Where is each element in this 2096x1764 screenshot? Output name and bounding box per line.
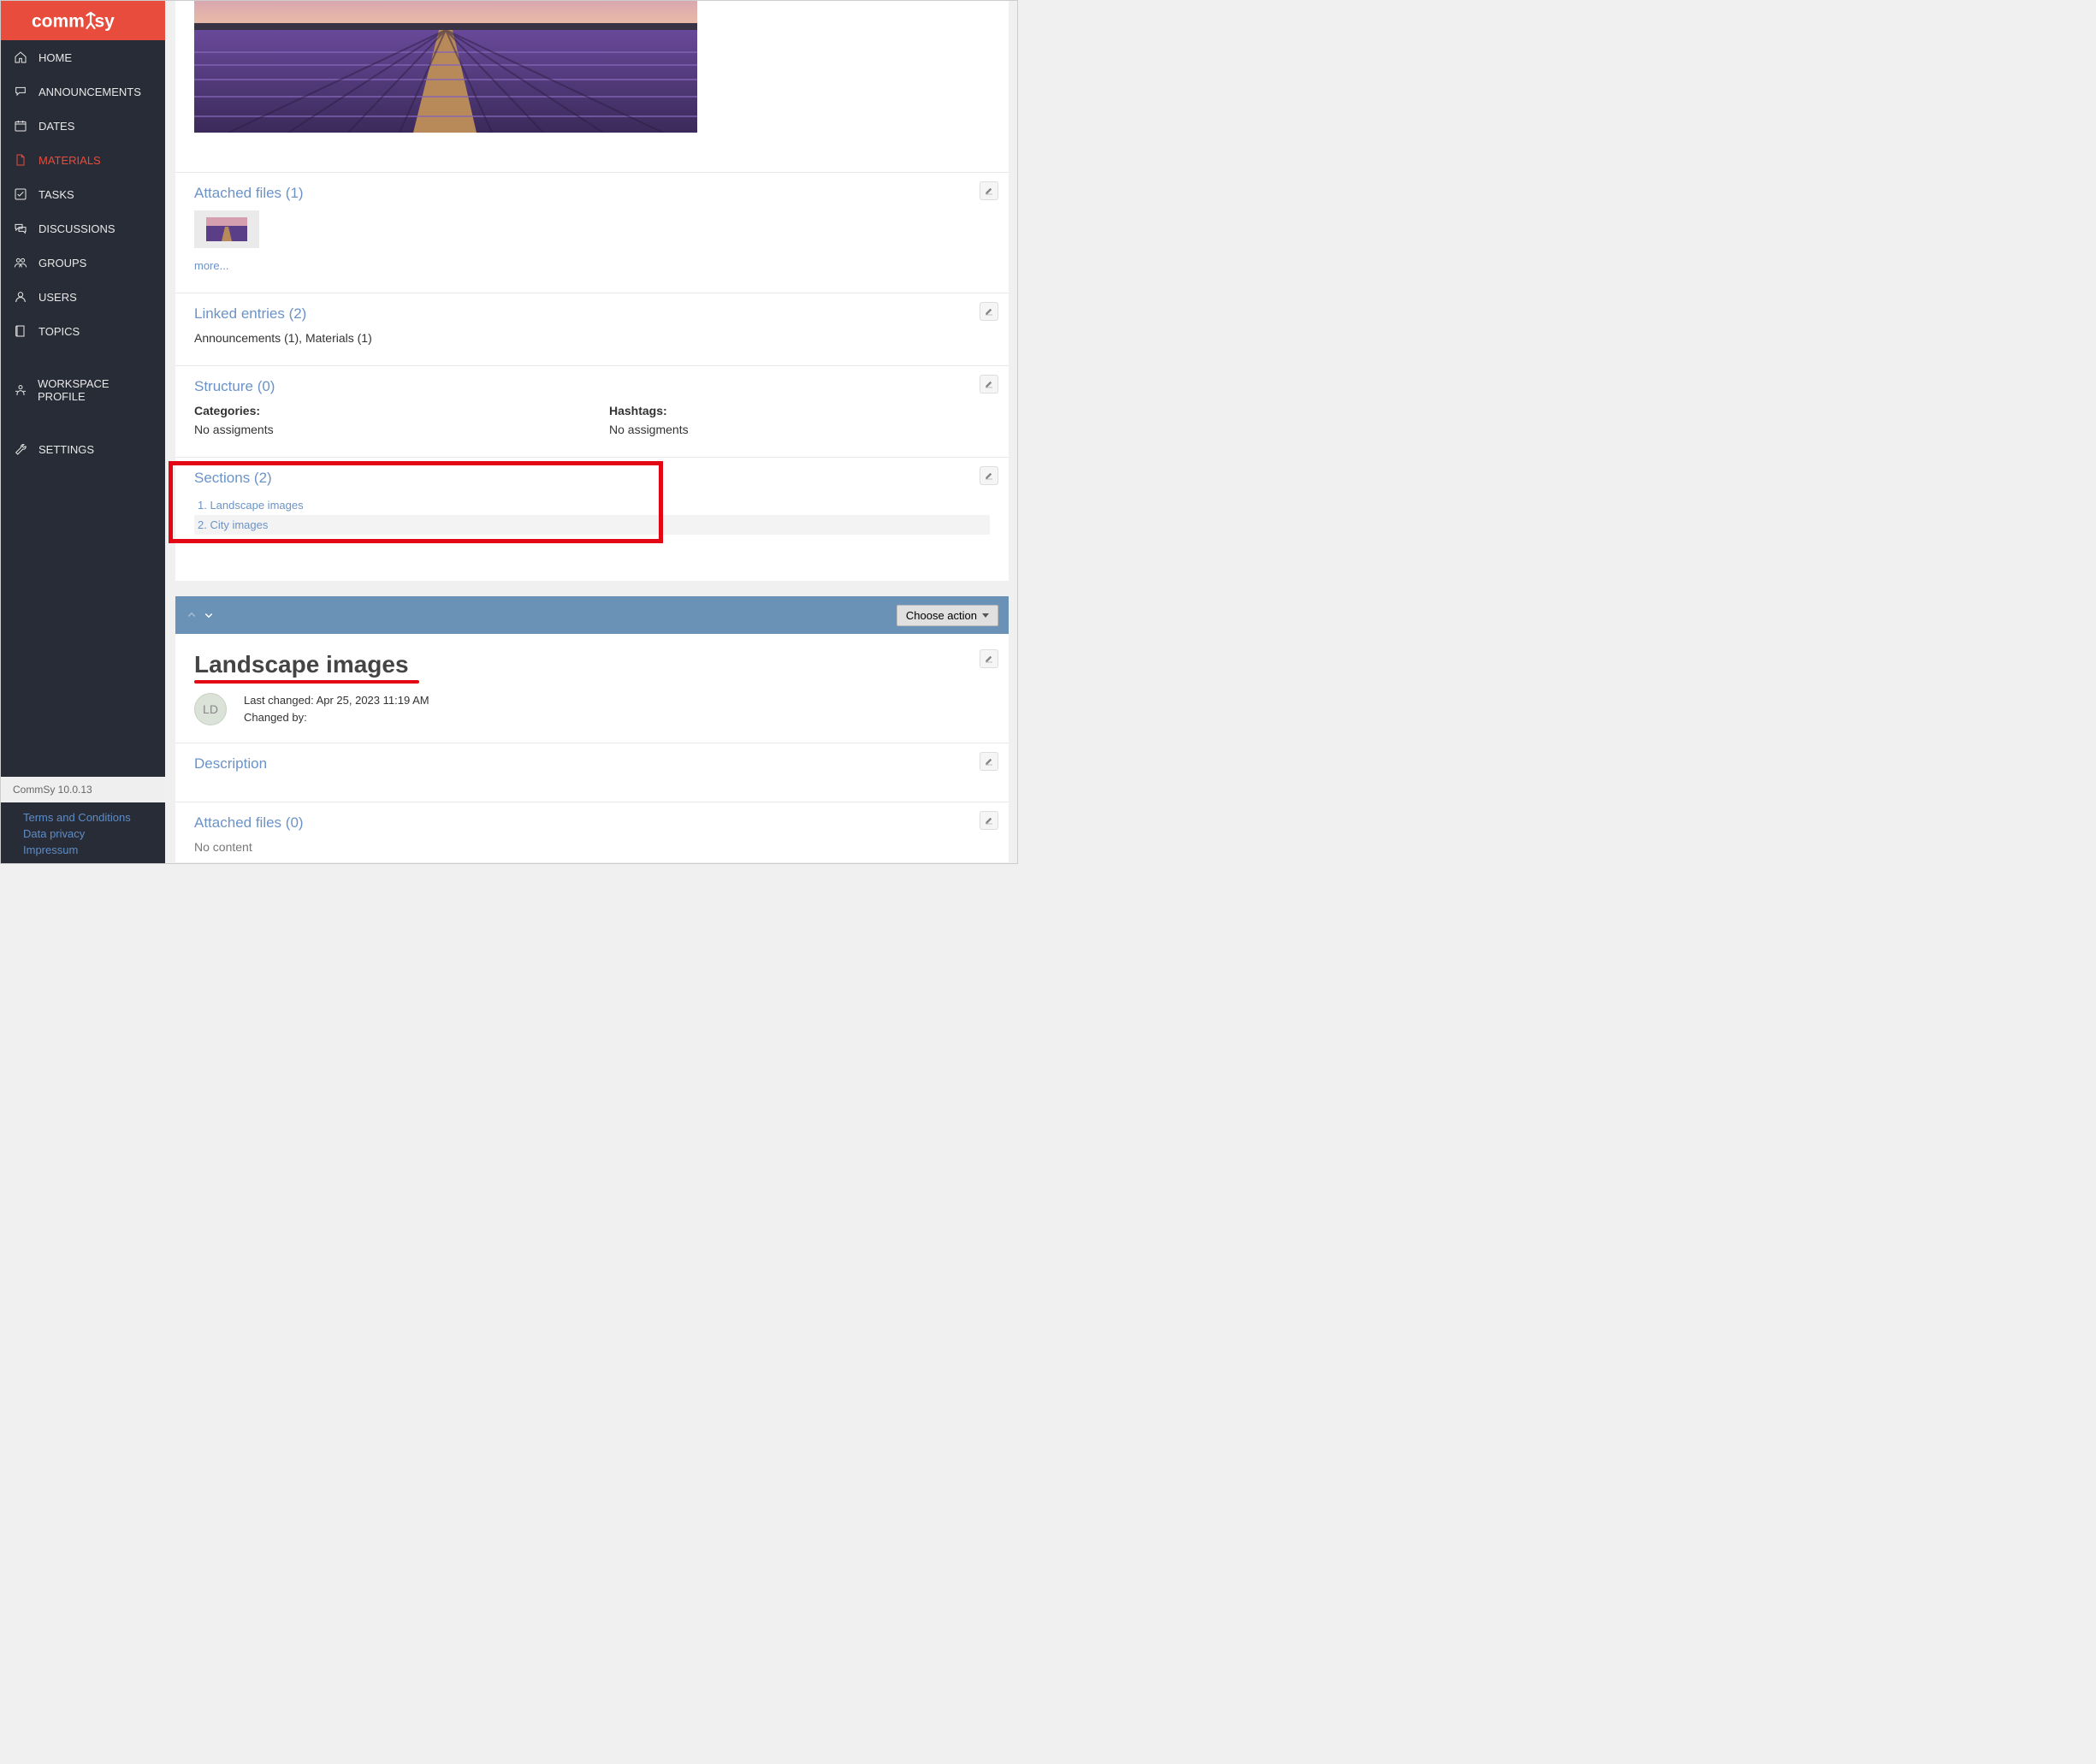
section-detail-toolbar: Choose action [175, 596, 1009, 634]
user-icon [13, 290, 28, 304]
edit-sections-button[interactable] [980, 466, 998, 485]
changed-by: Changed by: [244, 709, 429, 726]
comments-icon [13, 222, 28, 235]
edit-description-button[interactable] [980, 752, 998, 771]
expand-down-icon[interactable] [203, 609, 215, 621]
sidebar-item-label: TOPICS [38, 325, 80, 338]
choose-action-button[interactable]: Choose action [897, 605, 998, 626]
sidebar-item-groups[interactable]: GROUPS [1, 246, 165, 280]
section-attached-files: Attached files (1) more... [175, 172, 1009, 293]
section-detail-panel: Choose action Landscape images LD Last c… [175, 596, 1009, 862]
section-sections: Sections (2) 1. Landscape images 2. City… [175, 457, 1009, 555]
edit-sub-attached-button[interactable] [980, 811, 998, 830]
sidebar-item-users[interactable]: USERS [1, 280, 165, 314]
sidebar-item-label: MATERIALS [38, 154, 101, 167]
edit-title-button[interactable] [980, 649, 998, 668]
last-changed: Last changed: Apr 25, 2023 11:19 AM [244, 692, 429, 709]
sidebar-item-home[interactable]: HOME [1, 40, 165, 74]
nav: HOME ANNOUNCEMENTS DATES MATERIALS TASKS… [1, 40, 165, 466]
avatar[interactable]: LD [194, 693, 227, 725]
section-structure: Structure (0) Categories: No assigments … [175, 365, 1009, 457]
svg-text:sy: sy [95, 12, 115, 32]
material-panel: Attached files (1) more... Linked entrie… [175, 1, 1009, 581]
file-thumbnail[interactable] [194, 210, 259, 248]
categories-value: No assigments [194, 423, 575, 436]
section-sub-attached: Attached files (0) No content [175, 802, 1009, 862]
choose-action-label: Choose action [906, 609, 977, 622]
description-heading: Description [194, 755, 990, 772]
sidebar-item-label: TASKS [38, 188, 74, 201]
sidebar-item-tasks[interactable]: TASKS [1, 177, 165, 211]
section-description: Description [175, 743, 1009, 802]
sidebar: comm sy HOME ANNOUNCEMENTS DATES [1, 1, 165, 863]
sidebar-item-label: USERS [38, 291, 77, 304]
sidebar-item-discussions[interactable]: DISCUSSIONS [1, 211, 165, 246]
sub-attached-heading: Attached files (0) [194, 814, 990, 832]
sidebar-item-topics[interactable]: TOPICS [1, 314, 165, 348]
section-row: 2. City images [194, 515, 990, 535]
home-icon [13, 50, 28, 64]
sections-heading: Sections (2) [194, 470, 990, 487]
groups-icon [13, 256, 28, 269]
section-link-landscape[interactable]: 1. Landscape images [198, 499, 304, 512]
hashtags-value: No assigments [609, 423, 990, 436]
link-impressum[interactable]: Impressum [23, 844, 143, 856]
book-icon [13, 324, 28, 338]
section-linked-entries: Linked entries (2) Announcements (1), Ma… [175, 293, 1009, 365]
check-icon [13, 187, 28, 201]
sidebar-item-workspace-profile[interactable]: WORKSPACE PROFILE [1, 367, 165, 413]
sidebar-item-label: SETTINGS [38, 443, 94, 456]
brand-logo[interactable]: comm sy [1, 1, 165, 40]
hero-image [194, 1, 1009, 133]
more-link[interactable]: more... [194, 259, 228, 272]
sidebar-item-label: DATES [38, 120, 74, 133]
hashtags-label: Hashtags: [609, 404, 990, 417]
sidebar-item-materials[interactable]: MATERIALS [1, 143, 165, 177]
edit-linked-button[interactable] [980, 302, 998, 321]
structure-heading: Structure (0) [194, 378, 990, 395]
sidebar-item-announcements[interactable]: ANNOUNCEMENTS [1, 74, 165, 109]
sidebar-item-label: WORKSPACE PROFILE [38, 377, 153, 403]
sidebar-item-label: GROUPS [38, 257, 86, 269]
main-content: Attached files (1) more... Linked entrie… [165, 1, 1017, 863]
linked-text: Announcements (1), Materials (1) [194, 331, 990, 345]
attached-heading: Attached files (1) [194, 185, 990, 202]
svg-text:comm: comm [32, 12, 85, 32]
profile-icon [13, 383, 27, 397]
linked-heading: Linked entries (2) [194, 305, 990, 323]
sidebar-item-label: DISCUSSIONS [38, 222, 115, 235]
speech-icon [13, 85, 28, 98]
section-title-block: Landscape images [175, 634, 1009, 689]
sidebar-item-label: HOME [38, 51, 72, 64]
meta-row: LD Last changed: Apr 25, 2023 11:19 AM C… [175, 689, 1009, 743]
sidebar-item-settings[interactable]: SETTINGS [1, 432, 165, 466]
version-bar: CommSy 10.0.13 [1, 777, 165, 802]
sidebar-item-dates[interactable]: DATES [1, 109, 165, 143]
edit-structure-button[interactable] [980, 375, 998, 394]
file-icon [13, 153, 28, 167]
section-link-city[interactable]: 2. City images [198, 518, 268, 531]
footer-links: Terms and Conditions Data privacy Impres… [1, 802, 165, 863]
categories-label: Categories: [194, 404, 575, 417]
collapse-up-icon[interactable] [186, 609, 198, 621]
section-row: 1. Landscape images [194, 495, 990, 515]
link-privacy[interactable]: Data privacy [23, 827, 143, 840]
calendar-icon [13, 119, 28, 133]
section-title: Landscape images [194, 651, 409, 678]
link-terms[interactable]: Terms and Conditions [23, 811, 143, 824]
wrench-icon [13, 442, 28, 456]
edit-attached-button[interactable] [980, 181, 998, 200]
sub-attached-text: No content [194, 840, 990, 854]
sidebar-item-label: ANNOUNCEMENTS [38, 86, 141, 98]
